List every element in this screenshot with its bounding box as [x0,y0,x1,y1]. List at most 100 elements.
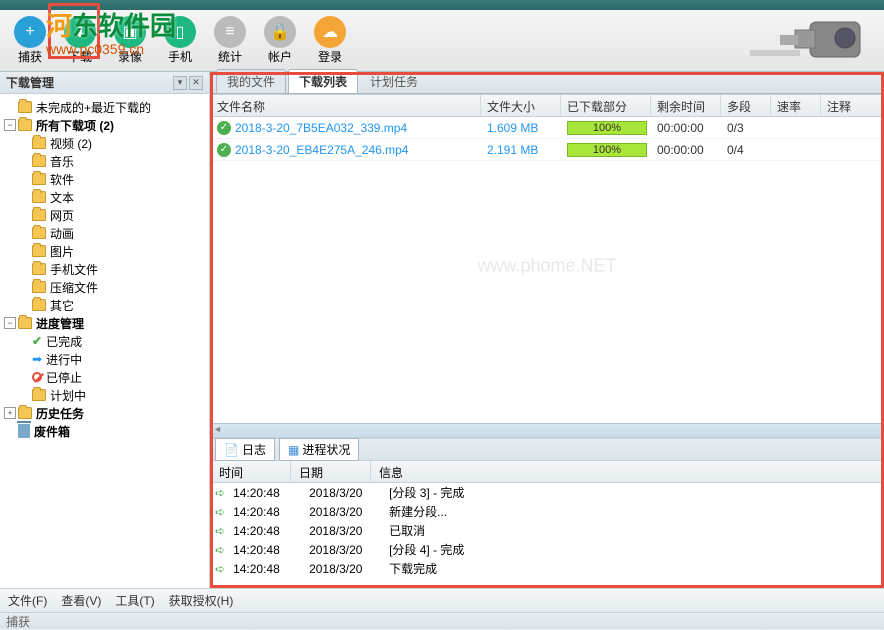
camcorder-decoration [740,10,880,72]
table-body: ✓2018-3-20_7B5EA032_339.mp4 1.609 MB 100… [211,117,883,423]
log-row[interactable]: ➪14:20:482018/3/20下载完成 [211,559,883,578]
log-col-date[interactable]: 日期 [291,461,371,482]
main-area: 下载管理 ▾ ✕ 未完成的+最近下载的 −所有下载项 (2) 视频 (2) 音乐… [0,72,884,588]
phone-icon: ▯ [164,16,196,48]
status-bar: 捕获 [0,612,884,629]
tree-image[interactable]: 图片 [0,242,209,260]
tree-text[interactable]: 文本 [0,188,209,206]
progress-bar: 100% [567,143,647,157]
arrow-icon: ➪ [215,486,225,500]
collapse-icon[interactable]: − [4,317,16,329]
sidebar-tree: 未完成的+最近下载的 −所有下载项 (2) 视频 (2) 音乐 软件 文本 网页… [0,94,209,588]
phone-button[interactable]: ▯ 手机 [156,16,204,65]
menu-bar: 文件(F) 查看(V) 工具(T) 获取授权(H) [0,588,884,612]
tab-scheduled[interactable]: 计划任务 [360,70,428,93]
download-button[interactable]: ⬇ 下载 [56,16,104,65]
trash-icon [18,424,30,438]
folder-icon [32,209,46,221]
tree-incomplete[interactable]: 未完成的+最近下载的 [0,98,209,116]
sidebar-title: 下载管理 [6,74,54,91]
tree-phone-files[interactable]: 手机文件 [0,260,209,278]
tree-compressed[interactable]: 压缩文件 [0,278,209,296]
tree-video[interactable]: 视频 (2) [0,134,209,152]
arrow-icon: ➪ [215,505,225,519]
remain-time: 00:00:00 [651,143,721,157]
tree-history[interactable]: +历史任务 [0,404,209,422]
content-area: 我的文件 下载列表 计划任务 文件名称 文件大小 已下载部分 剩余时间 多段 速… [210,72,884,588]
collapse-icon[interactable]: − [4,119,16,131]
stats-button[interactable]: ≡ 统计 [206,16,254,65]
account-label: 帐户 [268,48,292,65]
log-row[interactable]: ➪14:20:482018/3/20已取消 [211,521,883,540]
account-button[interactable]: 🔒 帐户 [256,16,304,65]
menu-file[interactable]: 文件(F) [8,592,47,609]
log-tab-process[interactable]: ▦进程状况 [279,438,359,461]
progress-bar: 100% [567,121,647,135]
lock-icon: 🔒 [264,16,296,48]
tree-scheduled[interactable]: 计划中 [0,386,209,404]
menu-license[interactable]: 获取授权(H) [169,592,234,609]
folder-icon [32,389,46,401]
segments: 0/4 [721,143,771,157]
log-panel: 📄日志 ▦进程状况 时间 日期 信息 ➪14:20:482018/3/20[分段… [210,438,884,588]
segments: 0/3 [721,121,771,135]
grid-icon: ▦ [288,443,299,457]
download-table: 文件名称 文件大小 已下载部分 剩余时间 多段 速率 注释 ✓2018-3-20… [210,94,884,438]
tree-animation[interactable]: 动画 [0,224,209,242]
tree-trash[interactable]: 废件箱 [0,422,209,440]
stats-icon: ≡ [214,16,246,48]
sidebar-min-icon[interactable]: ▾ [173,76,187,90]
col-seg[interactable]: 多段 [721,95,771,116]
col-size[interactable]: 文件大小 [481,95,561,116]
content-tabs: 我的文件 下载列表 计划任务 [210,72,884,94]
record-button[interactable]: ▣ 录像 [106,16,154,65]
download-icon: ⬇ [64,16,96,48]
expand-icon[interactable]: + [4,407,16,419]
check-icon: ✔ [32,334,42,348]
download-label: 下载 [68,48,92,65]
folder-icon [32,299,46,311]
status-text: 捕获 [6,613,30,630]
stats-label: 统计 [218,48,242,65]
col-note[interactable]: 注释 [821,95,883,116]
record-label: 录像 [118,48,142,65]
log-header: 时间 日期 信息 [211,461,883,483]
arrow-icon: ➪ [215,543,225,557]
log-col-time[interactable]: 时间 [211,461,291,482]
tree-other[interactable]: 其它 [0,296,209,314]
title-bar [0,0,884,10]
log-row[interactable]: ➪14:20:482018/3/20新建分段... [211,502,883,521]
tab-download-list[interactable]: 下载列表 [288,69,358,93]
tree-done[interactable]: ✔已完成 [0,332,209,350]
tree-music[interactable]: 音乐 [0,152,209,170]
tree-stopped[interactable]: 已停止 [0,368,209,386]
table-row[interactable]: ✓2018-3-20_EB4E275A_246.mp4 2.191 MB 100… [211,139,883,161]
tree-software[interactable]: 软件 [0,170,209,188]
tree-progress[interactable]: −进度管理 [0,314,209,332]
plus-icon: + [14,16,46,48]
tab-my-files[interactable]: 我的文件 [216,69,286,93]
capture-button[interactable]: + 捕获 [6,16,54,65]
horizontal-scrollbar[interactable] [211,423,883,437]
folder-icon [32,263,46,275]
login-button[interactable]: ☁ 登录 [306,16,354,65]
log-col-info[interactable]: 信息 [371,461,883,482]
col-name[interactable]: 文件名称 [211,95,481,116]
log-row[interactable]: ➪14:20:482018/3/20[分段 4] - 完成 [211,540,883,559]
sidebar-close-icon[interactable]: ✕ [189,76,203,90]
col-progress[interactable]: 已下载部分 [561,95,651,116]
menu-tools[interactable]: 工具(T) [115,592,154,609]
arrow-right-icon: ➡ [32,352,42,366]
col-rate[interactable]: 速率 [771,95,821,116]
col-remain[interactable]: 剩余时间 [651,95,721,116]
record-icon: ▣ [114,16,146,48]
table-row[interactable]: ✓2018-3-20_7B5EA032_339.mp4 1.609 MB 100… [211,117,883,139]
menu-view[interactable]: 查看(V) [61,592,101,609]
log-row[interactable]: ➪14:20:482018/3/20[分段 3] - 完成 [211,483,883,502]
tree-running[interactable]: ➡进行中 [0,350,209,368]
tree-webpage[interactable]: 网页 [0,206,209,224]
tree-all-downloads[interactable]: −所有下载项 (2) [0,116,209,134]
main-toolbar: + 捕获 ⬇ 下载 ▣ 录像 ▯ 手机 ≡ 统计 🔒 帐户 ☁ 登录 [0,10,884,72]
folder-icon [18,317,32,329]
log-tab-log[interactable]: 📄日志 [215,438,275,461]
